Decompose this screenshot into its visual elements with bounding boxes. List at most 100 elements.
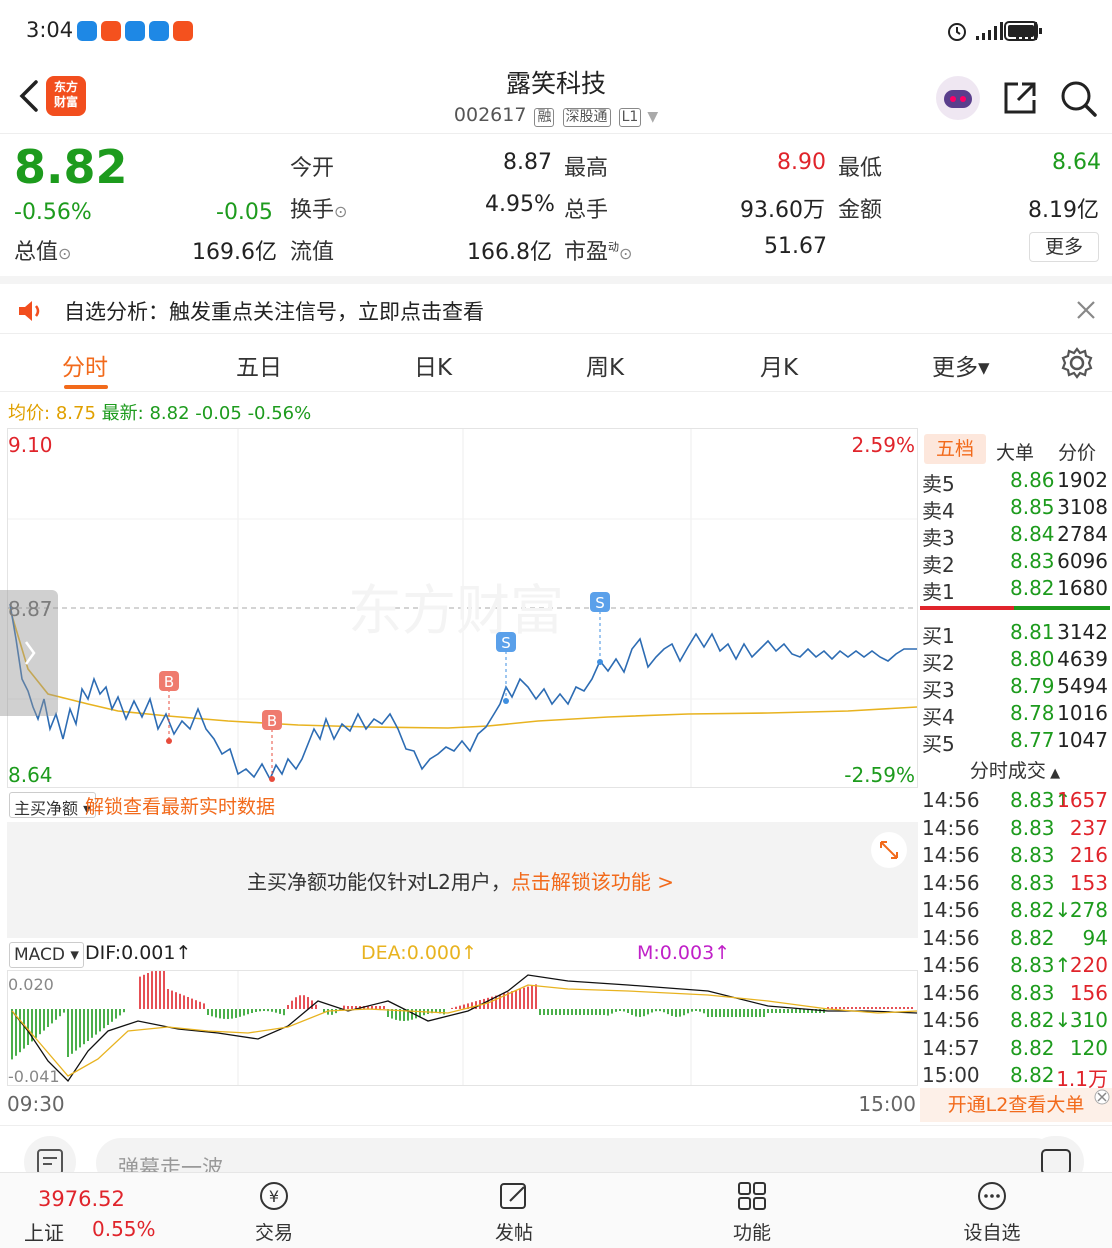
index-value: 3976.52 — [38, 1187, 125, 1211]
trade-price: 8.83 — [1010, 815, 1055, 840]
tab-intraday[interactable]: 分时 — [62, 348, 108, 382]
intraday-chart[interactable]: 东方财富 B B S S 9.10 8.87 8.64 2.59% -2.59% — [7, 428, 918, 788]
trade-row: 14:56 8.82 94 — [920, 926, 1110, 953]
index-change: 0.55% — [92, 1217, 156, 1241]
tab-day-k[interactable]: 日K — [414, 348, 452, 382]
trade-price: 8.82↓ — [1010, 898, 1072, 922]
nav-trade[interactable]: ¥ 交易 — [224, 1179, 324, 1245]
turnover-label[interactable]: 换手⊙ — [290, 192, 347, 224]
tab-week-k[interactable]: 周K — [586, 348, 624, 382]
market-cap-label[interactable]: 总值⊙ — [14, 234, 71, 266]
close-icon[interactable] — [1076, 300, 1096, 320]
trade-volume: 1657 — [1057, 788, 1108, 812]
time-start: 09:30 — [7, 1092, 65, 1116]
ask-row[interactable]: 卖1 8.82 1680 — [920, 576, 1110, 604]
more-button[interactable]: 更多 — [1029, 232, 1099, 262]
nav-functions[interactable]: 功能 — [702, 1179, 802, 1245]
trade-price: 8.83 — [1010, 870, 1055, 895]
nav-post[interactable]: 发帖 — [464, 1179, 564, 1245]
info-icon: ⊙ — [58, 244, 72, 263]
tab-price-dist[interactable]: 分价 — [1058, 438, 1096, 465]
ask-row[interactable]: 卖2 8.83 6096 — [920, 549, 1110, 577]
macd-chart[interactable]: 0.020 -0.041 — [7, 970, 918, 1086]
trade-price: 8.82 — [1010, 1035, 1055, 1060]
macd-dea: DEA:0.000↑ — [361, 942, 478, 964]
notice-bar[interactable]: 自选分析：触发重点关注信号，立即点击查看 — [0, 276, 1112, 334]
low-label: 最低 — [838, 156, 883, 181]
macd-chart-canvas — [11, 971, 917, 1085]
tab-month-k[interactable]: 月K — [760, 348, 798, 382]
trade-row: 14:56 8.83 156 — [920, 981, 1110, 1008]
expand-button[interactable] — [871, 832, 907, 868]
trade-time: 14:57 — [922, 1035, 980, 1060]
notification-icon — [149, 21, 169, 41]
macd-m: M:0.003↑ — [637, 942, 731, 964]
trade-volume: 156 — [1069, 980, 1108, 1005]
bid-row[interactable]: 买4 8.78 1016 — [920, 701, 1110, 729]
info-icon: ⊙ — [619, 244, 633, 263]
bid-row[interactable]: 买5 8.77 1047 — [920, 728, 1110, 756]
share-icon[interactable] — [1000, 78, 1040, 118]
notification-icon — [77, 21, 97, 41]
pe-label[interactable]: 市盈动⊙ — [564, 234, 632, 266]
amount-value: 8.19亿 — [1028, 198, 1099, 223]
tab-five-levels[interactable]: 五档 — [924, 434, 986, 464]
netflow-selector[interactable]: 主买净额 ▾ — [9, 792, 97, 818]
dropdown-icon: ▼ — [647, 109, 659, 125]
assistant-avatar[interactable] — [936, 76, 980, 120]
unlock-feature-link[interactable]: 点击解锁该功能 > — [511, 870, 674, 894]
bid-row[interactable]: 买2 8.80 4639 — [920, 647, 1110, 675]
bid-strength-bar — [1014, 606, 1110, 610]
sell-marker: S — [501, 634, 511, 652]
netflow-message: 主买净额功能仅针对L2用户，点击解锁该功能 > — [247, 870, 674, 894]
trade-row: 14:56 8.82↓ 310 — [920, 1008, 1110, 1035]
tab-five-day[interactable]: 五日 — [236, 348, 282, 382]
bottom-nav: 3976.52 上证 0.55% ¥ 交易 发帖 功能 设自选 — [0, 1172, 1112, 1248]
change-percent: -0.56% — [14, 200, 92, 225]
l2-upgrade-button[interactable]: 开通L2查看大单 — [920, 1088, 1112, 1122]
chart-tabs: 分时 五日 日K 周K 月K 更多▾ — [0, 334, 1112, 392]
settings-icon[interactable] — [1060, 346, 1094, 380]
pct-axis-top: 2.59% — [851, 433, 915, 457]
sell-marker: S — [595, 594, 605, 612]
tab-more[interactable]: 更多▾ — [932, 348, 990, 382]
trades-list: 14:56 8.83↑ 1657 14:56 8.83 237 14:56 8.83 216 14… — [920, 786, 1112, 1091]
side-panel-toggle[interactable] — [0, 590, 58, 716]
market-cap-value: 169.6亿 — [192, 240, 277, 265]
ask-strength-bar — [920, 606, 1014, 610]
active-tab-underline — [64, 385, 108, 389]
macd-bottom: -0.041 — [8, 1067, 60, 1086]
trade-volume: 237 — [1069, 815, 1108, 840]
bid-row[interactable]: 买1 8.81 3142 — [920, 620, 1110, 648]
trade-volume: 310 — [1069, 1008, 1108, 1032]
trade-price: 8.83↑ — [1010, 953, 1072, 977]
trade-price: 8.82 — [1010, 1063, 1055, 1087]
amount-label: 金额 — [838, 198, 883, 223]
open-label: 今开 — [290, 156, 335, 181]
comment-bar: 弹幕走一波... — [0, 1125, 1112, 1188]
trade-time: 14:56 — [922, 953, 980, 977]
netflow-locked-panel: 主买净额功能仅针对L2用户，点击解锁该功能 > — [7, 822, 918, 938]
index-ticker[interactable]: 3976.52 上证 0.55% — [0, 1173, 160, 1248]
high-value: 8.90 — [777, 150, 826, 175]
index-name: 上证 — [24, 1221, 64, 1245]
macd-selector[interactable]: MACD ▾ — [9, 942, 84, 968]
connect-tag: 深股通 — [562, 108, 611, 127]
search-icon[interactable] — [1058, 78, 1098, 118]
trade-row: 14:56 8.83↑ 220 — [920, 953, 1110, 980]
trades-title[interactable]: 分时成交 ▲ — [920, 756, 1110, 783]
notice-text: 自选分析：触发重点关注信号，立即点击查看 — [64, 300, 484, 324]
trade-price: 8.82 — [1010, 925, 1055, 950]
netflow-unlock-link[interactable]: 解锁查看最新实时数据 — [85, 792, 275, 819]
ask-row[interactable]: 卖4 8.85 3108 — [920, 495, 1110, 523]
y-axis-top: 9.10 — [8, 433, 53, 457]
edit-icon — [500, 1183, 526, 1209]
tab-big-orders[interactable]: 大单 — [996, 438, 1034, 465]
ask-row[interactable]: 卖5 8.86 1902 — [920, 468, 1110, 496]
nav-add-watchlist[interactable]: 设自选 — [942, 1179, 1042, 1245]
stock-header: 东方财富 露笑科技 002617 融 深股通 L1 ▼ — [0, 62, 1112, 134]
ask-row[interactable]: 卖3 8.84 2784 — [920, 522, 1110, 550]
close-icon[interactable] — [1094, 1089, 1110, 1105]
bid-row[interactable]: 买3 8.79 5494 — [920, 674, 1110, 702]
trade-row: 14:56 8.83 153 — [920, 871, 1110, 898]
